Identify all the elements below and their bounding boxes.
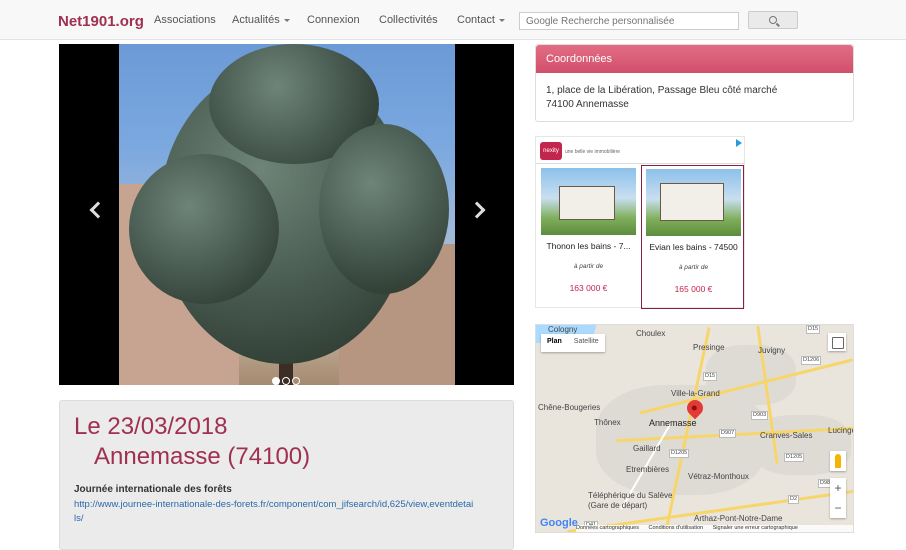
map-type-control: Plan Satellite	[541, 334, 605, 352]
map-label: Thônex	[594, 418, 621, 427]
cedar-tree-photo	[119, 44, 455, 385]
nav-contact-label: Contact	[457, 14, 495, 26]
map-footer: Données cartographiques Conditions d'uti…	[576, 525, 853, 532]
map-type-satellite[interactable]: Satellite	[568, 334, 605, 349]
address-postcode: 74100 Annemasse	[546, 99, 629, 110]
divider	[536, 163, 744, 164]
road-shield: D1206	[801, 356, 822, 365]
coordonnees-panel: Coordonnées 1, place de la Libération, P…	[535, 44, 854, 122]
ad-card-price: 163 000 €	[569, 283, 608, 293]
navbar: Net1901.org Associations Actualités Conn…	[0, 0, 906, 40]
caret-down-icon	[283, 18, 290, 22]
map-label: Arthaz-Pont-Notre-Dame	[694, 514, 783, 523]
nav-associations-label: Associations	[154, 14, 216, 26]
map-label: Etrembières	[626, 465, 670, 474]
nav-collectivites[interactable]: Collectivités	[379, 14, 438, 26]
house-shape	[660, 183, 724, 221]
house-image	[541, 168, 636, 235]
nav-actualites[interactable]: Actualités	[232, 14, 290, 26]
road-shield: D15	[703, 372, 718, 381]
nav-contact[interactable]: Contact	[457, 14, 505, 26]
google-map[interactable]: Cologny Choulex Presinge Juvigny Ville-l…	[535, 324, 854, 533]
map-terms-link[interactable]: Conditions d'utilisation	[649, 525, 704, 531]
nav-collectivites-label: Collectivités	[379, 14, 438, 26]
map-data-link[interactable]: Données cartographiques	[576, 525, 639, 531]
brand-logo[interactable]: Net1901.org	[58, 13, 144, 30]
map-type-plan[interactable]: Plan	[541, 334, 568, 349]
address-line: 1, place de la Libération, Passage Bleu …	[546, 85, 778, 96]
panel-heading: Coordonnées	[536, 45, 853, 73]
ad-card-name: Evian les bains - 74500	[649, 242, 738, 252]
nav-connexion-label: Connexion	[307, 14, 360, 26]
adchoices-icon[interactable]	[736, 139, 742, 147]
map-label: Ville-la-Grand	[671, 389, 720, 398]
map-label: Chêne-Bougeries	[538, 403, 601, 412]
fullscreen-icon[interactable]	[828, 333, 846, 351]
carousel-dot[interactable]	[272, 377, 280, 385]
ad-card-from: à partir de	[573, 263, 604, 270]
carousel-dot[interactable]	[282, 377, 290, 385]
house-image	[646, 169, 741, 236]
search-input[interactable]	[519, 12, 739, 30]
map-label: Presinge	[693, 343, 725, 352]
carousel-dot[interactable]	[292, 377, 300, 385]
carousel-indicators	[272, 372, 302, 385]
ad-card-price: 165 000 €	[674, 284, 713, 294]
house-shape	[559, 186, 615, 220]
search-button[interactable]	[748, 11, 798, 29]
nav-associations[interactable]: Associations	[154, 14, 216, 26]
map-label: Cologny	[548, 325, 578, 334]
map-label: Gaillard	[633, 444, 661, 453]
pegman-icon[interactable]	[830, 451, 846, 471]
event-date: Le 23/03/2018	[74, 413, 228, 440]
caret-down-icon	[498, 18, 505, 22]
zoom-in-button[interactable]: +	[830, 478, 846, 498]
map-label: (Gare de départ)	[588, 501, 648, 510]
event-box: Le 23/03/2018 Annemasse (74100) Journée …	[59, 400, 514, 550]
map-label: Cranves-Sales	[760, 431, 813, 440]
map-label: Juvigny	[758, 346, 786, 355]
map-label: Annemasse	[649, 418, 697, 428]
nav-actualites-label: Actualités	[232, 14, 280, 26]
map-label: Choulex	[636, 329, 666, 338]
road-shield: D1205	[669, 449, 690, 458]
map-label: Vétraz-Monthoux	[688, 472, 749, 481]
road-shield: D2	[788, 495, 800, 504]
tree-canopy	[319, 124, 449, 294]
advertisement[interactable]: nexity une belle vie immobilière Thonon …	[535, 136, 745, 309]
photo-carousel	[59, 44, 514, 385]
road-shield: D1205	[784, 453, 805, 462]
nav-connexion[interactable]: Connexion	[307, 14, 360, 26]
ad-card-name: Thonon les bains - 7...	[546, 241, 631, 251]
search-icon	[769, 16, 777, 24]
map-report-link[interactable]: Signaler une erreur cartographique	[713, 525, 798, 531]
road-shield: D907	[719, 429, 737, 438]
event-link[interactable]: http://www.journee-internationale-des-fo…	[74, 498, 474, 526]
chevron-left-icon[interactable]	[89, 201, 107, 219]
ad-card-from: à partir de	[678, 264, 709, 271]
map-label: Téléphérique du Salève	[588, 491, 673, 500]
event-city: Annemasse (74100)	[94, 443, 311, 470]
ad-tagline: une belle vie immobilière	[565, 149, 621, 155]
ad-card[interactable]: Thonon les bains - 7... à partir de 163 …	[537, 165, 640, 309]
zoom-control: + −	[830, 478, 846, 518]
tree-canopy	[129, 154, 279, 304]
map-label: Lucinge	[828, 426, 854, 435]
google-logo: Google	[540, 517, 578, 529]
ad-logo: nexity	[540, 142, 562, 160]
chevron-right-icon[interactable]	[468, 201, 486, 219]
ad-card[interactable]: Evian les bains - 74500 à partir de 165 …	[641, 165, 744, 309]
road-shield: D903	[751, 411, 769, 420]
road-shield: D15	[806, 325, 821, 334]
event-title: Journée internationale des forêts	[74, 484, 232, 495]
zoom-out-button[interactable]: −	[830, 498, 846, 518]
